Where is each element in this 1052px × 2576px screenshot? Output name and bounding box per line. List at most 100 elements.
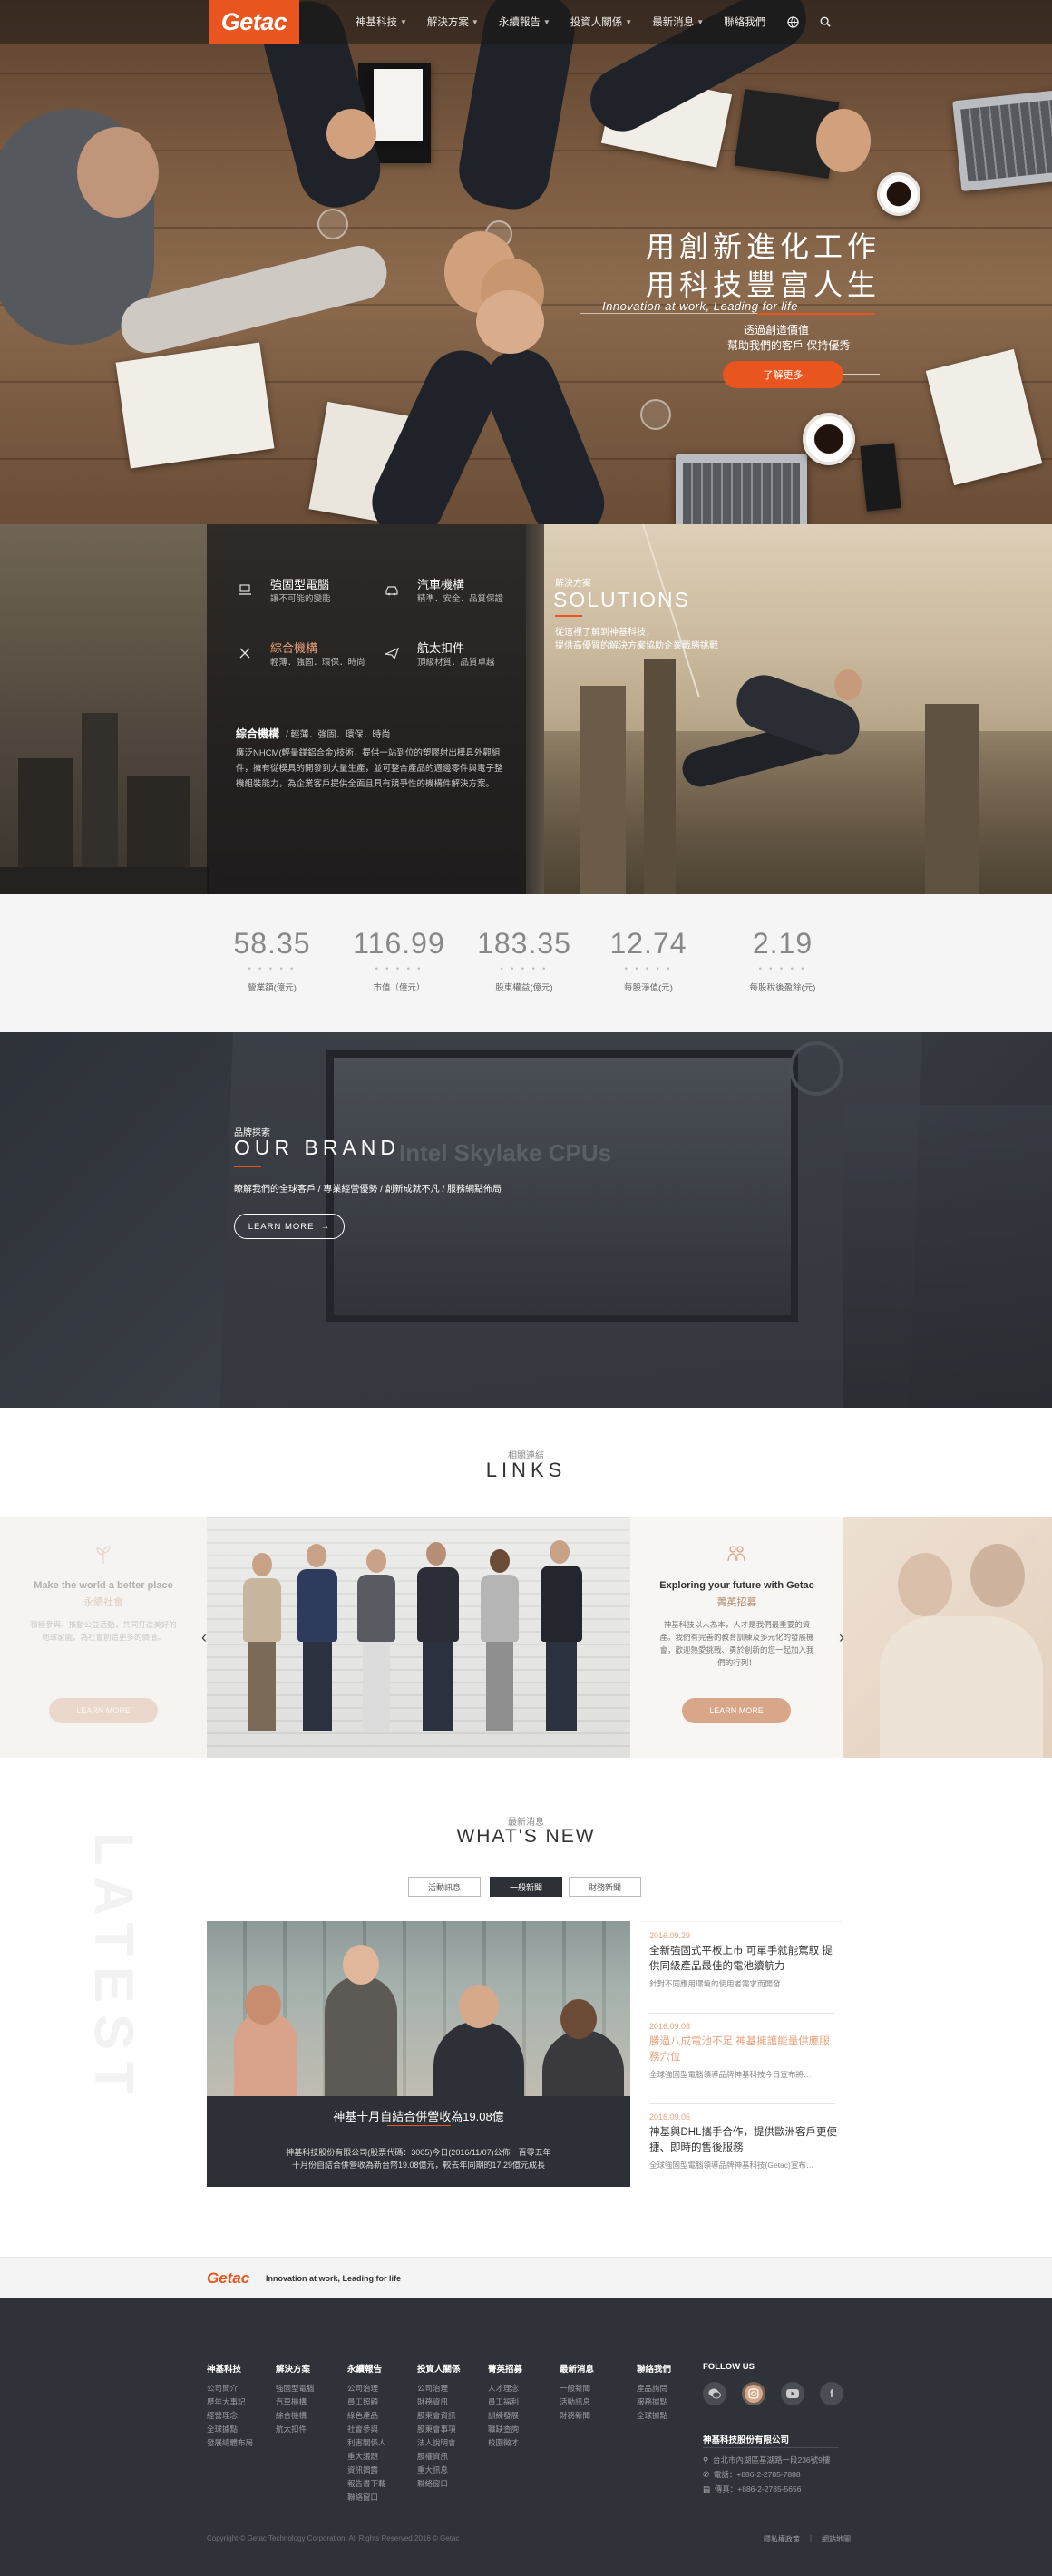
footer-link[interactable]: 活動訊息 [560, 2395, 594, 2409]
footer-column-title[interactable]: 神基科技 [207, 2362, 253, 2375]
footer-link[interactable]: 聯絡窗口 [347, 2491, 386, 2504]
footer-link[interactable]: 公司治理 [347, 2382, 386, 2395]
stat-label: 市值（億元） [373, 983, 425, 993]
solution-automotive[interactable]: 汽車機構 精準．安全．品質保證 [354, 570, 503, 615]
youtube-icon[interactable] [781, 2382, 804, 2405]
footer-link[interactable]: 綠色產品 [347, 2409, 386, 2423]
link-card-team-photo[interactable] [207, 1517, 630, 1758]
footer-link[interactable]: 社會參與 [347, 2423, 386, 2436]
footer-link[interactable]: 法人說明會 [417, 2436, 461, 2450]
footer-link[interactable]: 員工福利 [488, 2395, 522, 2409]
footer-company-divider [703, 2447, 839, 2448]
link-card-sustainability[interactable]: Make the world a better place 永續社會 積極參與、… [0, 1517, 207, 1758]
nav-item-solutions[interactable]: 解決方案 ▼ [427, 15, 479, 29]
person-head [560, 1999, 597, 2039]
carousel-prev-arrow[interactable]: ‹ [201, 1628, 207, 1647]
footer-copyright: Copyright © Getac Technology Corporation… [207, 2534, 460, 2542]
footer-link[interactable]: 產品詢問 [637, 2382, 671, 2395]
footer-link[interactable]: 員工照顧 [347, 2395, 386, 2409]
footer-link[interactable]: 綜合機構 [276, 2409, 315, 2423]
nav-item-news[interactable]: 最新消息 ▼ [652, 15, 704, 29]
brand-screen-text: Intel Skylake CPUs [399, 1139, 612, 1166]
solution-rugged-computer[interactable]: 強固型電腦 讓不可能的變能 [207, 570, 352, 615]
footer-link[interactable]: 校園徵才 [488, 2436, 522, 2450]
footer-link[interactable]: 重大訊息 [417, 2464, 461, 2477]
solution-detail-body: 廣泛NHCM(輕量鎂鋁合金)技術，提供一站到位的塑膠射出模具外觀組件，擁有從模具… [236, 748, 503, 789]
stat-dots: • • • • • [375, 964, 424, 973]
footer-link[interactable]: 公司簡介 [207, 2382, 253, 2395]
brand-accent-line [234, 1166, 261, 1167]
footer-column-title[interactable]: 解決方案 [276, 2362, 315, 2375]
footer-link[interactable]: 航太扣件 [276, 2423, 315, 2436]
tab-general-news[interactable]: 一般新聞 [490, 1877, 562, 1897]
stat-market-cap: 116.99 • • • • • 市值（億元） [336, 927, 463, 993]
card-learn-more-button[interactable]: LEARN MORE [682, 1698, 791, 1723]
footer-column-title[interactable]: 永續報告 [347, 2362, 386, 2375]
footer-link[interactable]: 全球據點 [637, 2409, 671, 2423]
footer-logo[interactable]: Getac [207, 2269, 249, 2288]
tab-events[interactable]: 活動訊息 [408, 1877, 481, 1897]
person-head [245, 1985, 281, 2025]
tab-financial-news[interactable]: 財務新聞 [569, 1877, 641, 1897]
footer-link[interactable]: 股權資訊 [417, 2450, 461, 2464]
footer-column-title[interactable]: 聯絡我們 [637, 2362, 671, 2375]
nav-item-contact[interactable]: 聯絡我們 [724, 15, 765, 29]
footer-link[interactable]: 資訊揭露 [347, 2464, 386, 2477]
stat-dots: • • • • • [248, 964, 297, 973]
footer-link[interactable]: 股東會資訊 [417, 2409, 461, 2423]
news-item[interactable]: 2016.09.06 神基與DHL攜手合作，提供歐洲客戶更便捷、即時的售後服務 … [649, 2113, 840, 2171]
footer-link[interactable]: 服務據點 [637, 2395, 671, 2409]
solution-aerospace[interactable]: 航太扣件 頂級材質．品質卓越 [354, 633, 499, 678]
footer-link[interactable]: 重大議題 [347, 2450, 386, 2464]
footer-column-title[interactable]: 最新消息 [560, 2362, 594, 2375]
nav-item-about[interactable]: 神基科技 ▼ [356, 15, 407, 29]
footer-link[interactable]: 歷年大事記 [207, 2395, 253, 2409]
chevron-down-icon: ▼ [400, 17, 407, 26]
footer-link[interactable]: 財務資訊 [417, 2395, 461, 2409]
phone-text[interactable]: 電話：+886-2-2785-7888 [714, 2470, 801, 2479]
globe-icon[interactable] [785, 15, 800, 29]
footer-link[interactable]: 聯絡窗口 [417, 2477, 461, 2491]
card-learn-more-button[interactable]: LEARN MORE [49, 1698, 158, 1723]
footer-link[interactable]: 職缺查詢 [488, 2423, 522, 2436]
footer-link[interactable]: 財務新聞 [560, 2409, 594, 2423]
stat-eps: 2.19 • • • • • 每股稅後盈餘(元) [719, 927, 846, 993]
link-card-next-preview[interactable] [843, 1517, 1052, 1758]
footer-link[interactable]: 一般新聞 [560, 2382, 594, 2395]
footer-link[interactable]: 報告書下載 [347, 2477, 386, 2491]
nav-item-sustainability[interactable]: 永續報告 ▼ [499, 15, 550, 29]
nav-item-investors[interactable]: 投資人關係 ▼ [570, 15, 632, 29]
footer-bottom-links[interactable]: 隱私權政策 ｜ 網站地圖 [764, 2534, 851, 2544]
featured-news-title[interactable]: 神基十月自結合併營收為19.08億 [207, 2107, 630, 2124]
search-icon[interactable] [818, 15, 833, 29]
footer-column-title[interactable]: 投資人關係 [417, 2362, 461, 2375]
footer-link[interactable]: 人才理念 [488, 2382, 522, 2395]
footer-link[interactable]: 經營理念 [207, 2409, 253, 2423]
featured-news-photo[interactable] [207, 1921, 630, 2096]
getac-logo[interactable]: Getac [209, 0, 299, 44]
hero-learn-more-button[interactable]: 了解更多 [723, 361, 843, 388]
footer-link[interactable]: 全球據點 [207, 2423, 253, 2436]
news-item[interactable]: 2016.09.29 全新強固式平板上市 可單手就能駕馭 提供同級產品最佳的電池… [649, 1931, 840, 1989]
solution-mechanical[interactable]: 綜合機構 輕薄．強固．環保．時尚 [207, 633, 365, 678]
laptop-icon [239, 584, 251, 595]
footer-link[interactable]: 發展總體布局 [207, 2436, 253, 2450]
news-title: 勝過八成電池不足 神基擁護能量供應服務穴位 [649, 2036, 830, 2063]
instagram-icon[interactable] [742, 2382, 765, 2405]
footer-link[interactable]: 汽車機構 [276, 2395, 315, 2409]
carousel-next-arrow[interactable]: › [839, 1628, 844, 1647]
footer-link[interactable]: 強固型電腦 [276, 2382, 315, 2395]
news-item[interactable]: 2016.09.08 勝過八成電池不足 神基擁護能量供應服務穴位 全球強固型電腦… [649, 2022, 840, 2080]
location-pin-icon: ⚲ [703, 2455, 709, 2464]
facebook-icon[interactable]: f [820, 2382, 843, 2405]
footer-link[interactable]: 公司治理 [417, 2382, 461, 2395]
footer-link[interactable]: 股東會事項 [417, 2423, 461, 2436]
footer-link[interactable]: 訓練發展 [488, 2409, 522, 2423]
brand-learn-more-button[interactable]: LEARN MORE → [234, 1214, 345, 1239]
person-head [343, 1945, 379, 1985]
footer-column-title[interactable]: 菁英招募 [488, 2362, 522, 2375]
link-card-careers[interactable]: Exploring your future with Getac 菁英招募 神基… [630, 1517, 843, 1758]
footer-link[interactable]: 利害關係人 [347, 2436, 386, 2450]
wechat-icon[interactable] [703, 2382, 726, 2405]
hero-title-line2: 用科技豐富人生 [646, 268, 882, 301]
